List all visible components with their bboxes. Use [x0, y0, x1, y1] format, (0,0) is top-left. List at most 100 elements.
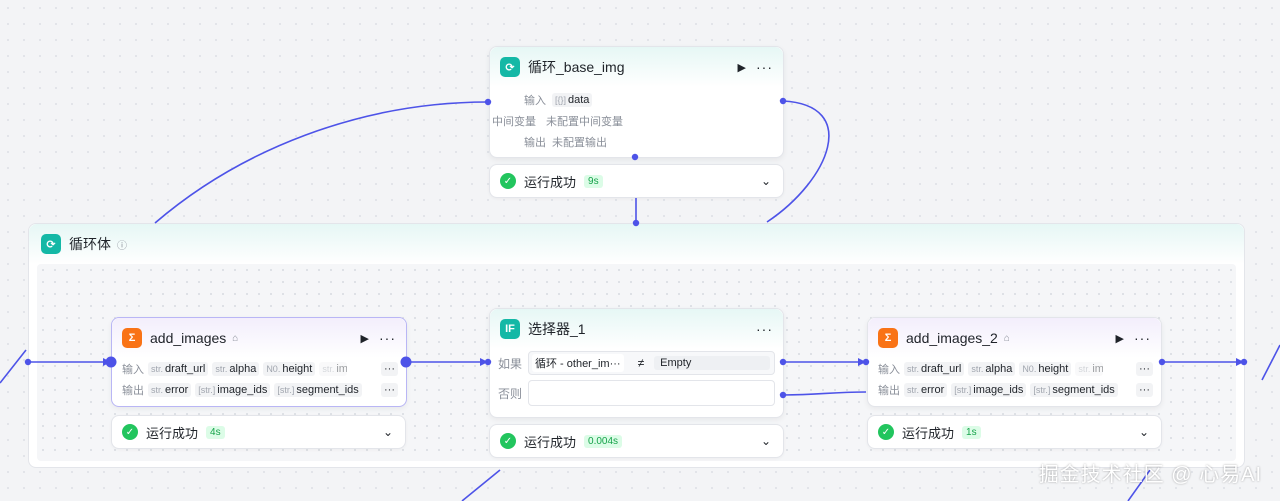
- success-check-icon: ✓: [122, 424, 138, 440]
- param-pill: str. draft_url: [148, 361, 209, 376]
- add-images-icon: Σ: [122, 328, 142, 348]
- status-text: 运行成功: [524, 174, 577, 190]
- param-pill: [str.] image_ids: [195, 382, 271, 397]
- wire-bottom-left: [461, 469, 501, 501]
- add-images-header: Σ add_images ⌂ ▶ ···: [112, 318, 406, 358]
- more-params-icon[interactable]: ···: [381, 382, 398, 397]
- more-icon[interactable]: ···: [756, 59, 773, 75]
- add-images-output-row: 输出 str. error [str.] image_ids [str.] segme…: [120, 379, 398, 400]
- input-var-pill: [{}] data: [552, 92, 593, 107]
- chevron-down-icon[interactable]: ⌄: [761, 174, 771, 188]
- loop-node-base-img[interactable]: ⟳ 循环_base_img ▶ ··· 输入 [{}] data 中间变量 未配…: [489, 46, 784, 158]
- selector-status[interactable]: ✓ 运行成功 0.004s ⌄: [489, 424, 784, 458]
- array-type-icon: [{}]: [555, 94, 567, 105]
- loop-icon: ⟳: [41, 234, 61, 254]
- add-images-input-row: 输入 str. draft_url str. alpha N0. height str…: [120, 358, 398, 379]
- input-label: 输入: [878, 363, 900, 376]
- output-label: 输出: [122, 384, 144, 397]
- selector-header: IF 选择器_1 ···: [490, 309, 783, 349]
- param-pill: [str.] segment_ids: [274, 382, 362, 397]
- success-check-icon: ✓: [500, 433, 516, 449]
- loop-body-header: ⟳ 循环体 ⓘ: [29, 224, 1244, 264]
- loop-icon: ⟳: [500, 57, 520, 77]
- condition-operator[interactable]: ≠: [638, 356, 645, 370]
- success-check-icon: ✓: [500, 173, 516, 189]
- else-box[interactable]: [528, 380, 775, 406]
- status-text: 运行成功: [146, 425, 199, 441]
- more-icon[interactable]: ···: [1134, 330, 1151, 346]
- else-label: 否则: [498, 386, 523, 401]
- condition-left-operand[interactable]: 循环 - other_im···: [532, 354, 624, 372]
- input-var-name: data: [568, 93, 590, 106]
- plugin-icon: ⌂: [232, 332, 239, 344]
- add-images-2-input-row: 输入 str. draft_url str. alpha N0. height str…: [876, 358, 1153, 379]
- status-time-badge: 1s: [962, 425, 981, 439]
- loop-body-title: 循环体: [69, 236, 111, 252]
- loop-node-header: ⟳ 循环_base_img ▶ ···: [490, 47, 783, 87]
- more-icon[interactable]: ···: [756, 321, 773, 337]
- if-label: 如果: [498, 356, 523, 371]
- param-pill: [str.] segment_ids: [1030, 382, 1118, 397]
- wire-to-loop-input: [154, 101, 489, 224]
- more-params-icon[interactable]: ···: [381, 361, 398, 376]
- success-check-icon: ✓: [878, 424, 894, 440]
- if-row: 如果 循环 - other_im··· ≠ Empty: [498, 349, 775, 377]
- status-text: 运行成功: [524, 434, 577, 450]
- add-images-title: add_images: [150, 330, 227, 346]
- more-params-icon[interactable]: ···: [1136, 382, 1153, 397]
- add-images-2-status[interactable]: ✓ 运行成功 1s ⌄: [867, 415, 1162, 449]
- wire-right-exit: [1261, 344, 1280, 381]
- loop-input-row: 输入 [{}] data: [498, 89, 775, 110]
- selector-node[interactable]: IF 选择器_1 ··· 如果 循环 - other_im··· ≠ Empty…: [489, 308, 784, 418]
- add-images-2-title: add_images_2: [906, 330, 998, 346]
- more-params-icon[interactable]: ···: [1136, 361, 1153, 376]
- add-images-node[interactable]: Σ add_images ⌂ ▶ ··· 输入 str. draft_url st…: [111, 317, 407, 407]
- plugin-icon: ⌂: [1003, 332, 1010, 344]
- chevron-down-icon[interactable]: ⌄: [383, 425, 393, 439]
- info-icon[interactable]: ⓘ: [117, 237, 127, 252]
- param-pill: str. error: [904, 382, 948, 397]
- else-row: 否则: [498, 377, 775, 409]
- run-icon[interactable]: ▶: [361, 332, 369, 345]
- add-images-icon: Σ: [878, 328, 898, 348]
- chevron-down-icon[interactable]: ⌄: [1139, 425, 1149, 439]
- loop-node-status[interactable]: ✓ 运行成功 9s ⌄: [489, 164, 784, 198]
- input-label: 输入: [122, 363, 144, 376]
- status-text: 运行成功: [902, 425, 955, 441]
- param-pill: [str.] image_ids: [951, 382, 1027, 397]
- param-pill: str. alpha: [968, 361, 1016, 376]
- param-pill: str. error: [148, 382, 192, 397]
- condition-right-operand[interactable]: Empty: [654, 356, 770, 370]
- mid-value: 未配置中间变量: [546, 115, 623, 128]
- more-icon[interactable]: ···: [379, 330, 396, 346]
- status-time-badge: 9s: [584, 174, 603, 188]
- mid-label: 中间变量: [492, 115, 536, 128]
- selector-title: 选择器_1: [528, 321, 586, 337]
- loop-node-title: 循环_base_img: [528, 59, 625, 75]
- param-pill: N0. height: [1019, 361, 1072, 376]
- param-pill: str.ima: [1075, 361, 1104, 376]
- output-label: 输出: [524, 136, 546, 149]
- loop-output-row: 输出 未配置输出: [498, 131, 775, 152]
- run-icon[interactable]: ▶: [1116, 332, 1124, 345]
- add-images-2-node[interactable]: Σ add_images_2 ⌂ ▶ ··· 输入 str. draft_url …: [867, 317, 1162, 407]
- watermark: 掘金技术社区 @ 心易AI: [1038, 464, 1262, 486]
- status-time-badge: 4s: [206, 425, 225, 439]
- param-pill: str.ima: [319, 361, 348, 376]
- param-pill: str. alpha: [212, 361, 260, 376]
- add-images-status[interactable]: ✓ 运行成功 4s ⌄: [111, 415, 406, 449]
- input-label: 输入: [524, 94, 546, 107]
- output-label: 输出: [878, 384, 900, 397]
- loop-mid-row: 中间变量 未配置中间变量: [492, 110, 775, 131]
- param-pill: str. draft_url: [904, 361, 965, 376]
- run-icon[interactable]: ▶: [738, 61, 746, 74]
- condition-box[interactable]: 循环 - other_im··· ≠ Empty: [528, 351, 775, 375]
- param-pill: N0. height: [263, 361, 316, 376]
- if-icon: IF: [500, 319, 520, 339]
- status-time-badge: 0.004s: [584, 434, 623, 448]
- chevron-down-icon[interactable]: ⌄: [761, 434, 771, 448]
- output-value: 未配置输出: [552, 136, 607, 149]
- add-images-2-header: Σ add_images_2 ⌂ ▶ ···: [868, 318, 1161, 358]
- add-images-2-output-row: 输出 str. error [str.] image_ids [str.] segme…: [876, 379, 1153, 400]
- wire-left-entry-up: [0, 349, 27, 384]
